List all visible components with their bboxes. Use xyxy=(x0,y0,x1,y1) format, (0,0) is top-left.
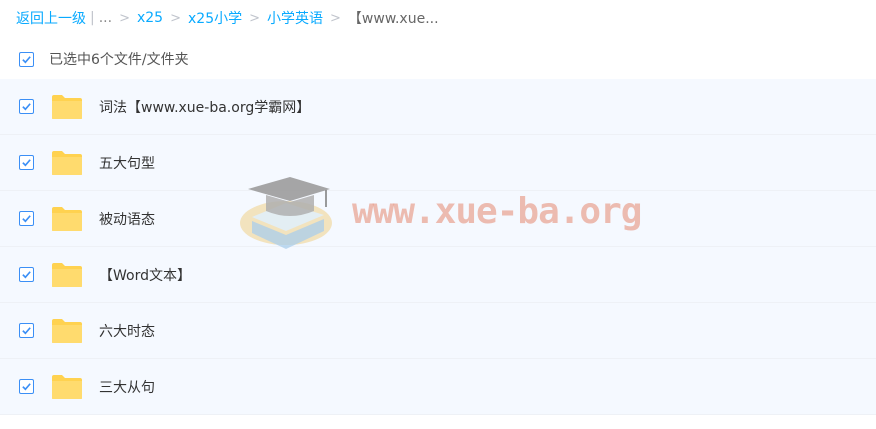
list-item[interactable]: 被动语态 xyxy=(0,191,876,247)
folder-icon xyxy=(51,150,83,176)
checkmark-icon xyxy=(22,327,31,335)
checkmark-icon xyxy=(22,103,31,111)
file-name[interactable]: 【Word文本】 xyxy=(99,265,191,285)
checkmark-icon xyxy=(22,159,31,167)
row-checkbox[interactable] xyxy=(19,99,34,114)
row-checkbox[interactable] xyxy=(19,211,34,226)
checkmark-icon xyxy=(22,55,31,63)
row-checkbox[interactable] xyxy=(19,155,34,170)
file-name[interactable]: 六大时态 xyxy=(99,321,155,341)
folder-icon xyxy=(51,94,83,120)
breadcrumb-current: 【www.xue... xyxy=(347,11,439,27)
list-item[interactable]: 【Word文本】 xyxy=(0,247,876,303)
checkmark-icon xyxy=(22,271,31,279)
breadcrumb: 返回上一级 | ... > x25 > x25小学 > 小学英语 > 【www.… xyxy=(16,8,439,28)
row-checkbox[interactable] xyxy=(19,323,34,338)
selection-bar: 已选中6个文件/文件夹 xyxy=(0,44,876,74)
list-item[interactable]: 词法【www.xue-ba.org学霸网】 xyxy=(0,79,876,135)
chevron-right-icon: > xyxy=(119,10,130,26)
breadcrumb-item-x25[interactable]: x25 xyxy=(137,10,163,26)
file-name[interactable]: 被动语态 xyxy=(99,209,155,229)
chevron-right-icon: > xyxy=(170,10,181,26)
list-item[interactable]: 六大时态 xyxy=(0,303,876,359)
chevron-right-icon: > xyxy=(330,10,341,26)
checkmark-icon xyxy=(22,215,31,223)
breadcrumb-ellipsis[interactable]: ... xyxy=(99,10,112,26)
folder-icon xyxy=(51,318,83,344)
row-checkbox[interactable] xyxy=(19,379,34,394)
file-name[interactable]: 五大句型 xyxy=(99,153,155,173)
file-name[interactable]: 三大从句 xyxy=(99,377,155,397)
file-name[interactable]: 词法【www.xue-ba.org学霸网】 xyxy=(99,97,310,117)
list-item[interactable]: 五大句型 xyxy=(0,135,876,191)
file-list: 词法【www.xue-ba.org学霸网】 五大句型 被动语态 【Word文本】 xyxy=(0,79,876,415)
breadcrumb-item-primary-english[interactable]: 小学英语 xyxy=(267,8,323,28)
back-link[interactable]: 返回上一级 xyxy=(16,8,86,28)
folder-icon xyxy=(51,206,83,232)
list-item[interactable]: 三大从句 xyxy=(0,359,876,415)
folder-icon xyxy=(51,262,83,288)
breadcrumb-item-x25-primary[interactable]: x25小学 xyxy=(188,8,242,28)
selection-count: 已选中6个文件/文件夹 xyxy=(49,52,189,68)
divider: | xyxy=(90,10,95,26)
chevron-right-icon: > xyxy=(249,10,261,26)
select-all-checkbox[interactable] xyxy=(19,51,34,67)
folder-icon xyxy=(51,374,83,400)
checkmark-icon xyxy=(22,383,31,391)
row-checkbox[interactable] xyxy=(19,267,34,282)
